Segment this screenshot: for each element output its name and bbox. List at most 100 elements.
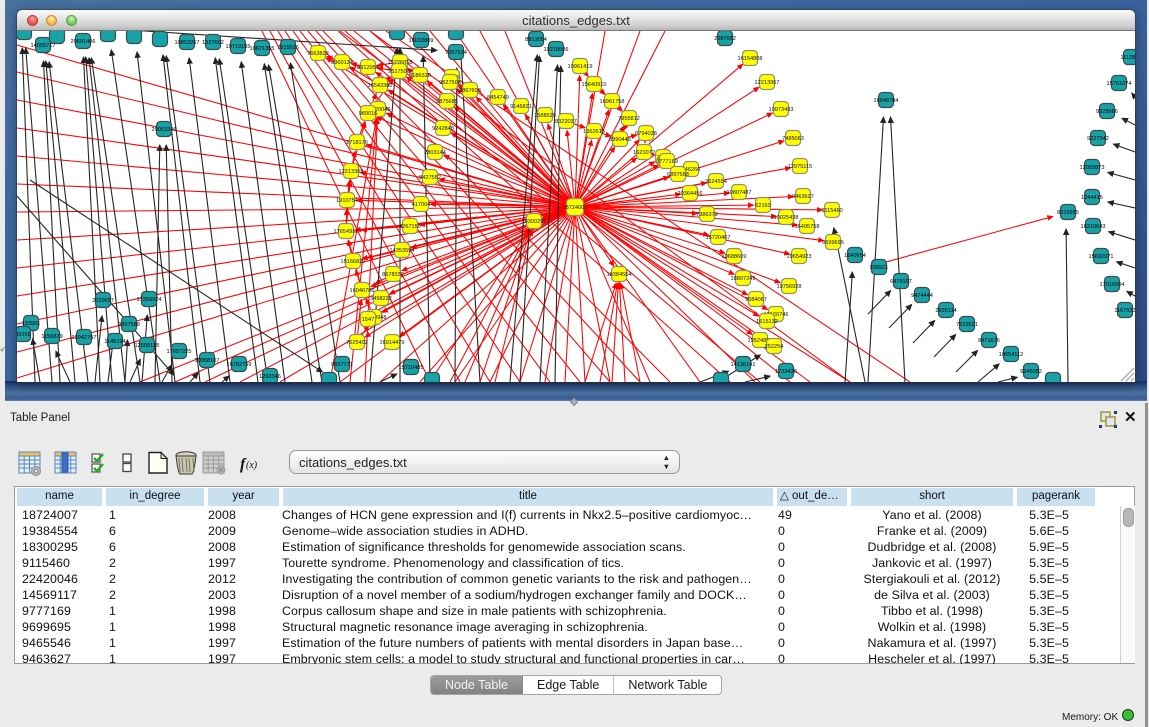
svg-text:1640954: 1640954 xyxy=(844,253,866,259)
svg-text:6794028: 6794028 xyxy=(635,131,657,137)
svg-text:15751074: 15751074 xyxy=(1107,81,1132,87)
svg-text:10973493: 10973493 xyxy=(769,107,794,113)
svg-text:16046786: 16046786 xyxy=(350,288,375,294)
svg-text:20691406: 20691406 xyxy=(71,39,96,45)
svg-text:1588520: 1588520 xyxy=(534,113,556,119)
svg-text:14136141: 14136141 xyxy=(731,362,756,368)
svg-text:1244415: 1244415 xyxy=(1081,195,1103,201)
svg-text:9227342: 9227342 xyxy=(1087,136,1109,142)
svg-text:9527508: 9527508 xyxy=(439,80,461,86)
svg-text:12942757: 12942757 xyxy=(72,335,97,341)
svg-text:1615132: 1615132 xyxy=(756,319,778,325)
svg-text:10958107: 10958107 xyxy=(195,358,220,364)
svg-text:19384554: 19384554 xyxy=(607,272,632,278)
svg-text:2867608: 2867608 xyxy=(459,88,481,94)
svg-text:8454749: 8454749 xyxy=(487,95,509,101)
svg-text:15166827: 15166827 xyxy=(341,259,366,265)
svg-text:7357224: 7357224 xyxy=(445,50,467,56)
svg-text:7625402: 7625402 xyxy=(346,340,368,346)
svg-text:16495758: 16495758 xyxy=(795,224,820,230)
svg-text:9657771: 9657771 xyxy=(331,362,353,368)
svg-text:10654112: 10654112 xyxy=(999,352,1023,358)
svg-text:17654912: 17654912 xyxy=(334,229,359,235)
svg-text:12213967: 12213967 xyxy=(755,80,780,86)
svg-text:17359924: 17359924 xyxy=(137,297,162,303)
svg-text:7386372: 7386372 xyxy=(696,212,718,218)
svg-text:252254: 252254 xyxy=(765,344,784,350)
svg-text:20053346: 20053346 xyxy=(152,127,177,133)
svg-text:2718176: 2718176 xyxy=(346,140,368,146)
svg-text:9527506: 9527506 xyxy=(388,69,410,75)
svg-text:1733426: 1733426 xyxy=(775,369,797,375)
svg-text:417004: 417004 xyxy=(412,202,431,208)
svg-text:18807249: 18807249 xyxy=(731,276,756,282)
svg-text:18300295: 18300295 xyxy=(522,219,547,225)
svg-text:9397588: 9397588 xyxy=(118,322,140,328)
svg-text:16961758: 16961758 xyxy=(600,99,625,105)
svg-text:10807487: 10807487 xyxy=(727,190,752,196)
svg-text:2087682: 2087682 xyxy=(714,36,736,42)
svg-text:10853267: 10853267 xyxy=(175,40,200,46)
svg-text:8813054: 8813054 xyxy=(525,37,547,43)
svg-text:15692971: 15692971 xyxy=(1089,254,1114,260)
svg-text:12975115: 12975115 xyxy=(788,164,812,170)
svg-text:8678332: 8678332 xyxy=(382,272,404,278)
svg-text:9242848: 9242848 xyxy=(432,126,454,132)
svg-text:9699695: 9699695 xyxy=(822,240,844,246)
svg-text:9146821: 9146821 xyxy=(510,104,532,110)
svg-text:8990448: 8990448 xyxy=(609,137,631,143)
svg-text:9084067: 9084067 xyxy=(745,297,767,303)
svg-text:7485063: 7485063 xyxy=(782,136,804,142)
svg-text:6897568: 6897568 xyxy=(667,172,689,178)
svg-text:9115460: 9115460 xyxy=(821,208,842,214)
svg-text:15716485: 15716485 xyxy=(399,365,424,371)
svg-text:1910754: 1910754 xyxy=(336,198,358,204)
svg-text:16210643: 16210643 xyxy=(1081,224,1106,230)
svg-text:8471676: 8471676 xyxy=(978,338,1000,344)
svg-text:19756928: 19756928 xyxy=(777,284,802,290)
svg-text:14353594: 14353594 xyxy=(390,248,415,254)
svg-text:10688609: 10688609 xyxy=(722,254,747,260)
svg-text:1112842: 1112842 xyxy=(1121,55,1135,61)
svg-text:16782759: 16782759 xyxy=(227,362,252,368)
svg-text:3267150: 3267150 xyxy=(399,224,421,230)
svg-text:3498222: 3498222 xyxy=(370,296,392,302)
svg-text:1145194: 1145194 xyxy=(104,339,125,345)
svg-text:12213369: 12213369 xyxy=(339,169,364,175)
svg-text:17016504: 17016504 xyxy=(1100,282,1125,288)
svg-text:16914479: 16914479 xyxy=(380,340,405,346)
svg-text:15720407: 15720407 xyxy=(706,235,731,241)
svg-text:7955812: 7955812 xyxy=(618,116,640,122)
svg-text:938921: 938921 xyxy=(870,265,889,271)
svg-text:8215955: 8215955 xyxy=(1057,210,1079,216)
svg-text:2935114: 2935114 xyxy=(935,308,956,314)
svg-text:14055717: 14055717 xyxy=(31,43,56,49)
svg-text:16033809: 16033809 xyxy=(409,38,434,44)
svg-text:17957225: 17957225 xyxy=(167,349,192,355)
svg-text:10025438: 10025438 xyxy=(774,215,799,221)
svg-text:1292346: 1292346 xyxy=(259,374,281,380)
svg-text:1547: 1547 xyxy=(362,317,374,323)
svg-text:19218506: 19218506 xyxy=(544,47,569,53)
svg-text:989016: 989016 xyxy=(359,111,378,117)
svg-text:6479197: 6479197 xyxy=(890,279,912,285)
svg-text:16543382: 16543382 xyxy=(368,83,393,89)
svg-text:3875685: 3875685 xyxy=(436,99,458,105)
svg-text:9463627: 9463627 xyxy=(792,194,814,200)
svg-text:9529966: 9529966 xyxy=(1096,109,1118,115)
svg-text:62160: 62160 xyxy=(755,203,771,209)
svg-text:16154808: 16154808 xyxy=(738,56,763,62)
svg-text:12093873: 12093873 xyxy=(1080,165,1105,171)
svg-text:12505135: 12505135 xyxy=(135,343,160,349)
svg-text:1156829: 1156829 xyxy=(41,334,62,340)
svg-text:7515526: 7515526 xyxy=(277,45,299,51)
svg-text:9245052: 9245052 xyxy=(1020,369,1042,375)
svg-text:10719155: 10719155 xyxy=(226,44,251,50)
svg-text:7632621: 7632621 xyxy=(956,322,978,328)
svg-text:16648784: 16648784 xyxy=(874,98,899,104)
svg-text:8960124: 8960124 xyxy=(331,60,353,66)
svg-text:1621072: 1621072 xyxy=(633,150,655,156)
svg-text:15640910: 15640910 xyxy=(582,82,607,88)
svg-text:1562615: 1562615 xyxy=(583,129,605,135)
svg-text:8186328: 8186328 xyxy=(409,73,431,79)
